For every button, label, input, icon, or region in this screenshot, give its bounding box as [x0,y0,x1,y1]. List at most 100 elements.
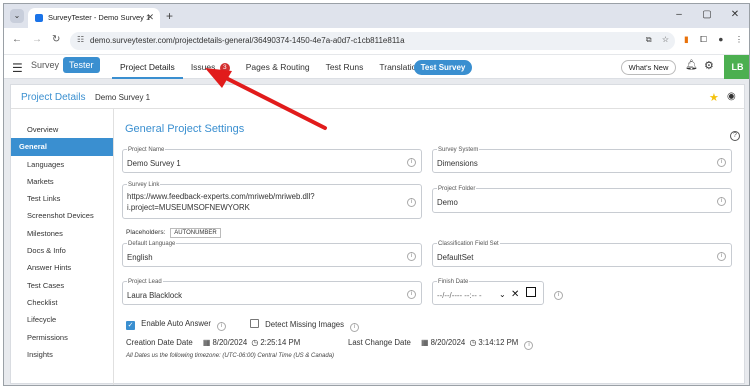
maximize-button[interactable]: ▢ [693,4,721,28]
project-name-value[interactable]: Demo Survey 1 [127,159,181,168]
nav-project-details[interactable]: Project Details [112,55,183,79]
info-icon[interactable]: i [524,341,534,350]
info-icon[interactable]: i [717,158,726,167]
sidebar-item-checklist[interactable]: Checklist [11,294,113,311]
sidebar-item-answer-hints[interactable]: Answer Hints [11,259,113,276]
auto-answer-checkbox[interactable]: ✓ [126,321,135,330]
tab-list-button[interactable]: ⌄ [10,9,24,23]
auto-answer-label[interactable]: Enable Auto Answer [141,319,211,328]
browser-tab[interactable]: SurveyTester - Demo Survey 1 ✕ [28,8,160,28]
detect-missing-checkbox[interactable] [250,319,259,328]
info-icon[interactable]: i [717,197,726,206]
sidebar-item-permissions[interactable]: Permissions [11,329,113,346]
project-folder-field[interactable]: Project Folder Demo i [432,186,732,213]
survey-system-value[interactable]: Dimensions [437,159,478,168]
project-lead-value[interactable]: Laura Blacklock [127,291,182,300]
placeholder-chip[interactable]: AUTONUMBER [170,228,221,238]
survey-link-line-2[interactable]: i.project=MUSEUMSOFNEWYORK [127,203,250,212]
address-bar[interactable]: ☷ demo.surveytester.com/projectdetails-g… [70,32,675,50]
project-folder-value[interactable]: Demo [437,198,458,207]
settings-sidebar: Overview General Languages Markets Test … [11,121,113,363]
default-language-field[interactable]: Default Language English i [122,241,422,267]
extension-icon[interactable]: ▮ [684,34,689,44]
last-change-time-value: 3:14:12 PM [478,338,519,347]
info-icon[interactable]: i [407,198,416,207]
finish-date-clear-icon[interactable]: ✕ [511,289,519,300]
sidebar-item-markets[interactable]: Markets [11,173,113,190]
reload-icon[interactable]: ↻ [52,34,60,45]
url-text[interactable]: demo.surveytester.com/projectdetails-gen… [90,36,405,45]
sidebar-item-languages[interactable]: Languages [11,156,113,173]
tab-title: SurveyTester - Demo Survey 1 [48,13,151,22]
info-icon[interactable]: i [217,322,227,331]
hamburger-menu-icon[interactable]: ☰ [12,61,23,75]
classification-value[interactable]: DefaultSet [437,253,473,262]
back-icon[interactable]: ← [12,34,22,45]
info-icon[interactable]: i [407,158,416,167]
bookmark-star-icon[interactable]: ☆ [662,35,669,44]
extensions-puzzle-icon[interactable]: ⧠ [700,34,707,44]
auto-answer-row[interactable]: ✓ Enable Auto Answer i [126,319,227,331]
menu-dots-icon[interactable]: ⋮ [735,34,744,44]
site-info-icon[interactable]: ☷ [77,35,84,44]
calendar-icon[interactable] [526,287,536,297]
finish-date-placeholder[interactable]: --/--/---- --:-- - [437,291,482,300]
info-icon[interactable]: i [554,291,563,300]
survey-system-field[interactable]: Survey System Dimensions i [432,147,732,173]
watch-eye-icon[interactable]: ◉ [727,91,736,102]
sidebar-item-insights[interactable]: Insights [11,346,113,363]
minimize-button[interactable]: – [665,4,693,28]
window-controls: – ▢ ✕ [665,4,749,28]
sidebar-item-milestones[interactable]: Milestones [11,225,113,242]
info-icon[interactable]: i [407,252,416,261]
sidebar-item-docs-info[interactable]: Docs & Info [11,242,113,259]
user-avatar[interactable]: LB [724,55,749,79]
browser-window: ⌄ SurveyTester - Demo Survey 1 ✕ + – ▢ ✕… [3,3,750,386]
install-app-icon[interactable]: ⧉ [646,35,652,44]
tab-strip: ⌄ SurveyTester - Demo Survey 1 ✕ + – ▢ ✕ [4,4,749,28]
general-settings-panel: General Project Settings ? Project Name … [114,109,746,385]
page-title: Project Details [21,92,86,103]
close-window-button[interactable]: ✕ [721,4,749,28]
detect-missing-row[interactable]: Detect Missing Images i [250,319,360,332]
default-language-value[interactable]: English [127,253,153,262]
sidebar-item-lifecycle[interactable]: Lifecycle [11,311,113,328]
nav-pages-routing[interactable]: Pages & Routing [238,55,318,79]
finish-date-field[interactable]: Finish Date --/--/---- --:-- - ⌄ ✕ [432,279,544,305]
calendar-small-icon: ▦ [202,338,211,347]
page-body: Project Details Demo Survey 1 ★ ◉ Overvi… [4,79,749,385]
sidebar-item-test-cases[interactable]: Test Cases [11,277,113,294]
classification-field[interactable]: Classification Field Set DefaultSet i [432,241,732,267]
nav-label: Project Details [120,62,175,72]
placeholders-label: Placeholders: [126,229,166,236]
project-name-field[interactable]: Project Name Demo Survey 1 i [122,147,422,173]
help-icon[interactable]: ? [730,131,740,141]
whats-new-button[interactable]: What's New [621,60,676,75]
favorite-star-icon[interactable]: ★ [709,91,719,104]
close-tab-icon[interactable]: ✕ [146,12,154,23]
info-icon[interactable]: i [407,290,416,299]
sidebar-item-test-links[interactable]: Test Links [11,190,113,207]
nav-test-runs[interactable]: Test Runs [318,55,372,79]
info-icon[interactable]: i [717,252,726,261]
sidebar-item-overview[interactable]: Overview [11,121,113,138]
info-icon[interactable]: i [350,323,360,332]
survey-link-line-1[interactable]: https://www.feedback-experts.com/mriweb/… [127,192,315,201]
new-tab-icon[interactable]: + [166,9,173,23]
notifications-bell-icon[interactable]: 🔔︎ [685,60,698,71]
profile-icon[interactable]: ● [718,34,723,44]
survey-link-field[interactable]: Survey Link https://www.feedback-experts… [122,182,422,219]
settings-gear-icon[interactable]: ⚙ [704,59,714,72]
nav-issues[interactable]: Issues 3 [183,55,238,79]
project-name-subtitle: Demo Survey 1 [95,93,151,102]
finish-date-dropdown-icon[interactable]: ⌄ [499,290,506,299]
field-label: Survey Link [127,182,161,188]
timezone-note: All Dates us the following timezone: (UT… [126,353,335,359]
forward-icon[interactable]: → [32,34,42,45]
test-survey-button[interactable]: Test Survey [414,60,472,75]
detect-missing-label[interactable]: Detect Missing Images [265,320,344,329]
sidebar-item-general[interactable]: General [11,138,113,156]
sidebar-item-screenshot-devices[interactable]: Screenshot Devices [11,207,113,224]
creation-date-value: 8/20/2024 [212,338,248,347]
project-lead-field[interactable]: Project Lead Laura Blacklock i [122,279,422,305]
